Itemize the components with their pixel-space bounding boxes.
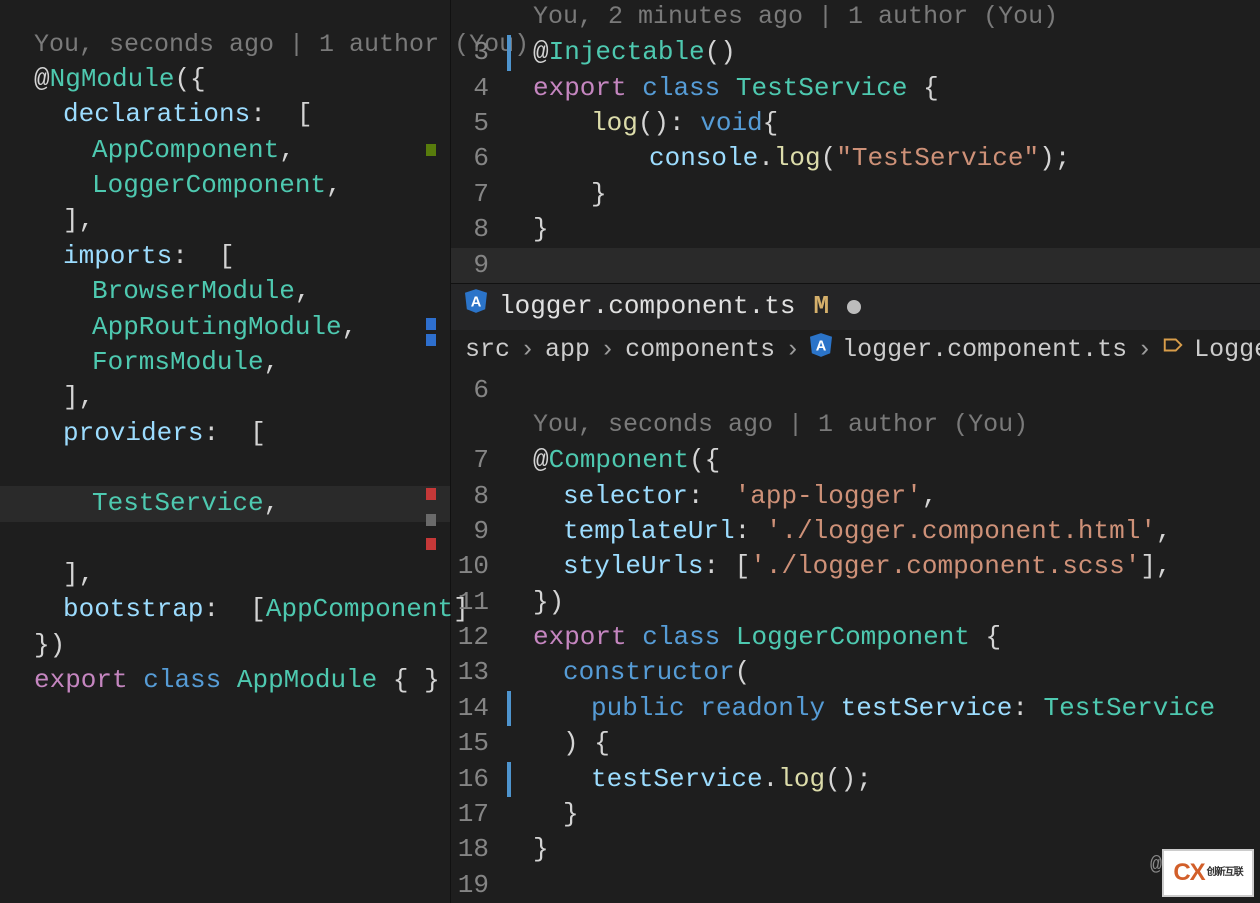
overview-ruler[interactable]: [426, 0, 442, 903]
code-line[interactable]: ],: [0, 557, 450, 592]
line-number[interactable]: 6: [451, 373, 511, 408]
svg-text:A: A: [816, 338, 827, 354]
logo-badge: CX 创新互联: [1162, 849, 1254, 897]
code-line[interactable]: ],: [0, 380, 450, 415]
logo-text: 创新互联: [1207, 868, 1243, 878]
code-line[interactable]: @Injectable(): [511, 35, 1260, 70]
code-line[interactable]: }): [511, 585, 1260, 620]
breadcrumb-symbol[interactable]: LoggerCo: [1194, 333, 1260, 367]
line-number[interactable]: 18: [451, 832, 511, 867]
gutter: [451, 0, 511, 35]
breadcrumb-segment[interactable]: src: [465, 333, 510, 367]
code-line[interactable]: selector: 'app-logger',: [511, 479, 1260, 514]
code-line[interactable]: templateUrl: './logger.component.html',: [511, 514, 1260, 549]
code-line[interactable]: [511, 248, 1260, 283]
line-number[interactable]: 14: [451, 691, 511, 726]
code-line[interactable]: }): [0, 628, 450, 663]
code-line[interactable]: export class LoggerComponent {: [511, 620, 1260, 655]
svg-text:A: A: [471, 295, 482, 311]
code-line[interactable]: bootstrap: [AppComponent]: [0, 592, 450, 627]
code-line[interactable]: declarations: [: [0, 97, 450, 132]
line-number[interactable]: 7: [451, 177, 511, 212]
line-number[interactable]: 8: [451, 212, 511, 247]
line-number[interactable]: 3: [451, 35, 511, 70]
code-line[interactable]: }: [511, 177, 1260, 212]
chevron-right-icon: ›: [520, 333, 535, 367]
angular-icon: A: [810, 333, 832, 368]
code-line[interactable]: @NgModule({: [0, 62, 450, 97]
gutter: [451, 408, 511, 443]
line-number[interactable]: 4: [451, 71, 511, 106]
code-line[interactable]: providers: [: [0, 416, 450, 451]
chevron-right-icon: ›: [1137, 333, 1152, 367]
angular-icon: A: [465, 289, 487, 324]
code-line[interactable]: console.log("TestService");: [511, 141, 1260, 176]
code-line[interactable]: ],: [0, 203, 450, 238]
breadcrumb-segment[interactable]: app: [545, 333, 590, 367]
line-number[interactable]: 19: [451, 868, 511, 903]
tab-filename[interactable]: logger.component.ts: [499, 289, 795, 324]
class-icon: [1162, 333, 1184, 367]
gitlens-annotation: You, seconds ago | 1 author (You): [511, 408, 1260, 443]
code-line[interactable]: TestService,: [0, 486, 450, 521]
line-number[interactable]: 10: [451, 549, 511, 584]
code-line[interactable]: imports: [: [0, 239, 450, 274]
gitlens-annotation: You, seconds ago | 1 author (You): [0, 28, 450, 62]
code-line[interactable]: }: [511, 212, 1260, 247]
line-number[interactable]: 11: [451, 585, 511, 620]
code-line[interactable]: }: [511, 832, 1260, 867]
breadcrumb-segment[interactable]: logger.component.ts: [842, 333, 1127, 367]
tab-dirty-dot-icon[interactable]: [847, 300, 861, 314]
tab-bar: A logger.component.ts M: [451, 283, 1260, 330]
top-editor[interactable]: You, 2 minutes ago | 1 author (You) 3@In…: [451, 0, 1260, 283]
code-line[interactable]: testService.log();: [511, 762, 1260, 797]
code-line[interactable]: AppRoutingModule,: [0, 310, 450, 345]
code-line[interactable]: }: [511, 797, 1260, 832]
tab-modified-indicator: M: [807, 289, 835, 324]
code-line[interactable]: log(): void{: [511, 106, 1260, 141]
code-line[interactable]: LoggerComponent,: [0, 168, 450, 203]
line-number[interactable]: 7: [451, 443, 511, 478]
gitlens-annotation: You, 2 minutes ago | 1 author (You): [511, 0, 1260, 35]
code-line[interactable]: FormsModule,: [0, 345, 450, 380]
line-number[interactable]: 9: [451, 514, 511, 549]
line-number[interactable]: 5: [451, 106, 511, 141]
chevron-right-icon: ›: [600, 333, 615, 367]
line-number[interactable]: 17: [451, 797, 511, 832]
code-line[interactable]: BrowserModule,: [0, 274, 450, 309]
line-number[interactable]: 6: [451, 141, 511, 176]
breadcrumb[interactable]: src › app › components › A logger.compon…: [451, 330, 1260, 371]
line-number[interactable]: 12: [451, 620, 511, 655]
line-number[interactable]: 9: [451, 248, 511, 283]
code-line[interactable]: [0, 522, 450, 557]
line-number[interactable]: 16: [451, 762, 511, 797]
code-line[interactable]: export class AppModule { }: [0, 663, 450, 698]
line-number[interactable]: 15: [451, 726, 511, 761]
code-line[interactable]: export class TestService {: [511, 71, 1260, 106]
line-number[interactable]: 8: [451, 479, 511, 514]
left-editor[interactable]: You, seconds ago | 1 author (You) @NgMod…: [0, 0, 450, 903]
code-line[interactable]: @Component({: [511, 443, 1260, 478]
code-line[interactable]: ) {: [511, 726, 1260, 761]
code-line[interactable]: AppComponent,: [0, 133, 450, 168]
code-line[interactable]: constructor(: [511, 655, 1260, 690]
code-line[interactable]: public readonly testService: TestService: [511, 691, 1260, 726]
bottom-editor[interactable]: 6 You, seconds ago | 1 author (You) 7@Co…: [451, 371, 1260, 903]
chevron-right-icon: ›: [785, 333, 800, 367]
breadcrumb-segment[interactable]: components: [625, 333, 775, 367]
code-line[interactable]: [0, 451, 450, 486]
line-number[interactable]: 13: [451, 655, 511, 690]
code-line[interactable]: styleUrls: ['./logger.component.scss'],: [511, 549, 1260, 584]
logo-cx: CX: [1173, 857, 1204, 890]
